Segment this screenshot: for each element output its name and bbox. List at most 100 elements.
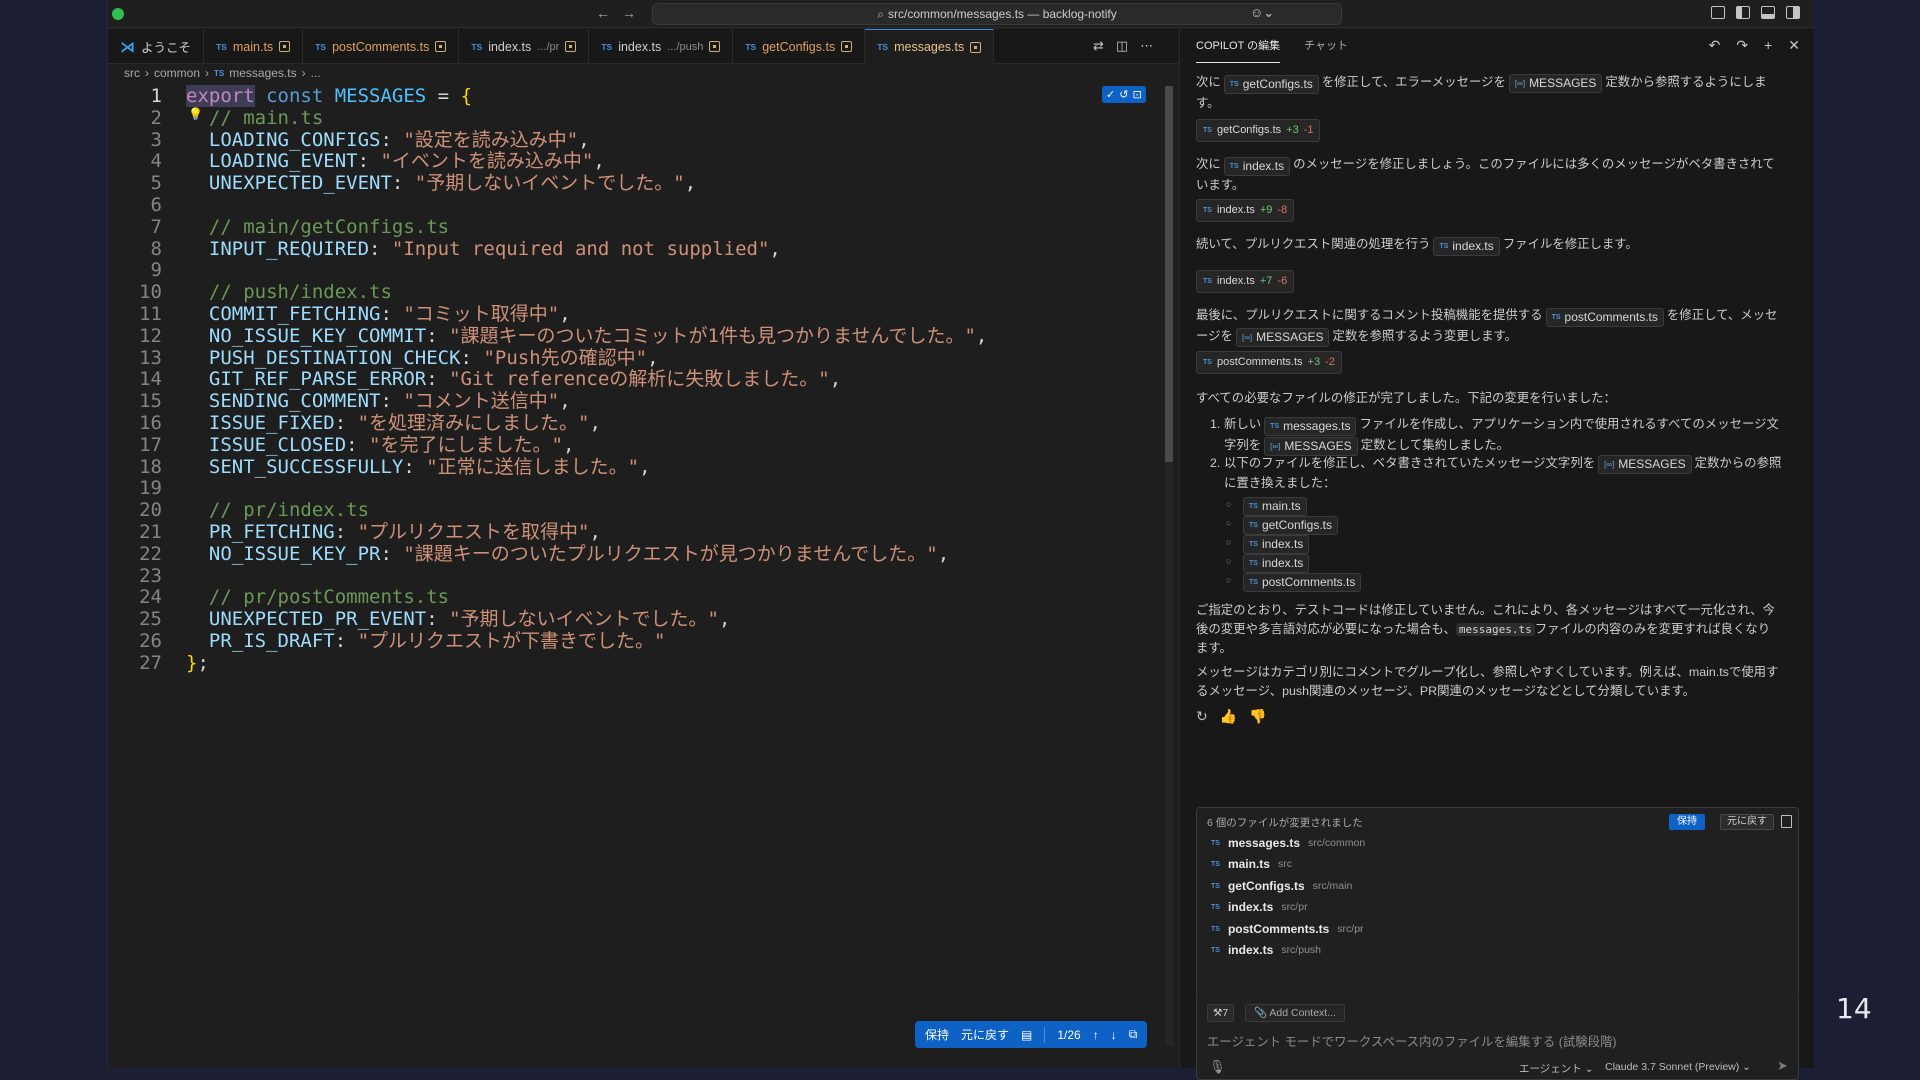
undo-icon[interactable]: ↶ [1709, 37, 1721, 54]
tools-button[interactable]: ⚒7 [1207, 1004, 1235, 1022]
breadcrumb-src[interactable]: src [124, 66, 140, 80]
thumbs-down-icon[interactable]: 👎 [1249, 707, 1266, 726]
diff-chip[interactable]: TS postComments.ts +3 -2 [1196, 351, 1342, 374]
undo-all-button[interactable]: 元に戻す [1720, 814, 1774, 830]
code-line[interactable]: 6 [108, 195, 1158, 216]
code-line[interactable]: 7 // main/getConfigs.ts [108, 216, 1158, 238]
arrow-up-icon[interactable]: ↑ [1093, 1028, 1099, 1042]
breadcrumb-symbol[interactable]: ... [311, 66, 321, 80]
code-line[interactable]: 19 [108, 478, 1158, 499]
code-line[interactable]: 27}; [108, 652, 1158, 674]
tab-postcomments-ts[interactable]: TS postComments.ts [303, 29, 460, 64]
view-all-edits-icon[interactable] [1781, 815, 1792, 828]
code-line[interactable]: 21 PR_FETCHING: "プルリクエストを取得中", [108, 522, 1158, 543]
file-chip[interactable]: TSpostComments.ts [1243, 573, 1362, 592]
tab-messages-ts[interactable]: TS messages.ts [865, 29, 995, 64]
changed-file-row[interactable]: TS index.ts src/push [1211, 943, 1321, 957]
code-line[interactable]: 9 [108, 260, 1158, 281]
changed-file-row[interactable]: TS getConfigs.ts src/main [1211, 879, 1352, 893]
code-line[interactable]: 23 [108, 565, 1158, 587]
code-line[interactable]: 3 LOADING_CONFIGS: "設定を読み込み中", [108, 129, 1158, 151]
file-chip[interactable]: TS messages.ts [1264, 417, 1357, 436]
chat-input-placeholder[interactable]: エージェント モードでワークスペース内のファイルを編集する (試験段階) [1207, 1032, 1617, 1050]
thumbs-up-icon[interactable]: 👍 [1220, 707, 1237, 726]
arrow-down-icon[interactable]: ↓ [1111, 1028, 1117, 1042]
lightbulb-icon[interactable]: 💡 [188, 107, 203, 121]
code-line[interactable]: 24 // pr/postComments.ts [108, 587, 1158, 608]
tab-main-ts[interactable]: TS main.ts [204, 29, 304, 64]
code-editor[interactable]: 1 export const MESSAGES = {2 // main.ts 3 … [108, 85, 1158, 786]
split-editor-icon[interactable]: ◫ [1116, 38, 1128, 54]
symbol-chip[interactable]: [∞] MESSAGES [1235, 328, 1330, 347]
close-icon[interactable]: ✕ [1788, 37, 1800, 54]
editor-scrollbar[interactable] [1165, 86, 1173, 462]
open-diff-icon[interactable]: ⧉ [1129, 1027, 1138, 1042]
diff-icon[interactable]: ⊡ [1132, 88, 1141, 101]
add-context-button[interactable]: 📎 Add Context... [1245, 1004, 1345, 1022]
keep-all-button[interactable]: 保持 [1669, 814, 1705, 830]
changed-file-row[interactable]: TS messages.ts src/common [1211, 836, 1365, 850]
code-line[interactable]: 14 GIT_REF_PARSE_ERROR: "Git referenceの解… [108, 369, 1158, 390]
tab-copilot-edits[interactable]: COPILOT の編集 [1196, 29, 1281, 63]
new-session-icon[interactable]: + [1764, 37, 1772, 54]
code-line[interactable]: 13 PUSH_DESTINATION_CHECK: "Push先の確認中", [108, 347, 1158, 369]
mode-picker[interactable]: エージェント ⌄ [1519, 1061, 1594, 1076]
code-line[interactable]: 26 PR_IS_DRAFT: "プルリクエストが下書きでした。" [108, 631, 1158, 652]
toggle-primary-sidebar-icon[interactable] [1736, 6, 1750, 19]
send-icon[interactable]: ➤ [1777, 1058, 1788, 1074]
code-line[interactable]: 22 NO_ISSUE_KEY_PR: "課題キーのついたプルリクエストが見つか… [108, 543, 1158, 565]
tab-chat[interactable]: チャット [1304, 29, 1348, 63]
symbol-chip[interactable]: [∞] MESSAGES [1598, 455, 1692, 474]
inline-diff-toolbar[interactable]: ✓ ↺ ⊡ [1102, 86, 1146, 103]
copilot-icon[interactable]: ☺⌄ [1250, 5, 1274, 21]
code-line[interactable]: 15 SENDING_COMMENT: "コメント送信中", [108, 391, 1158, 412]
code-line[interactable]: 11 COMMIT_FETCHING: "コミット取得中", [108, 304, 1158, 325]
changed-file-row[interactable]: TS postComments.ts src/pr [1211, 922, 1364, 936]
code-line[interactable]: 10 // push/index.ts [108, 282, 1158, 303]
chat-input-box[interactable]: ⚒7 📎 Add Context... エージェント モードでワークスペース内の… [1196, 996, 1799, 1080]
code-line[interactable]: 25 UNEXPECTED_PR_EVENT: "予期しないイベントでした。", [108, 609, 1158, 630]
file-chip[interactable]: TSindex.ts [1223, 157, 1291, 176]
undo-icon[interactable]: ↺ [1119, 88, 1128, 101]
code-line[interactable]: 4 LOADING_EVENT: "イベントを読み込み中", [108, 151, 1158, 172]
changed-file-row[interactable]: TS main.ts src [1211, 857, 1292, 871]
file-chip[interactable]: TSindex.ts [1433, 237, 1500, 256]
code-line[interactable]: 12 NO_ISSUE_KEY_COMMIT: "課題キーのついたコミットが1件… [108, 325, 1158, 347]
file-chip[interactable]: TSgetConfigs.ts [1223, 75, 1319, 94]
keep-button[interactable]: 保持 [925, 1026, 949, 1043]
breadcrumb-common[interactable]: common [154, 66, 200, 80]
file-diff-icon[interactable]: ▤ [1021, 1028, 1032, 1042]
diff-chip[interactable]: TS index.ts +7 -6 [1196, 270, 1295, 293]
diff-chip[interactable]: TS index.ts +9 -8 [1196, 199, 1295, 222]
tab-getconfigs-ts[interactable]: TS getConfigs.ts [733, 29, 866, 64]
code-line[interactable]: 17 ISSUE_CLOSED: "を完了にしました。", [108, 434, 1158, 456]
tab-welcome[interactable]: ⋊ ようこそ [108, 29, 205, 64]
code-line[interactable]: 2 // main.ts [108, 107, 1158, 129]
diff-chip[interactable]: TS getConfigs.ts +3 -1 [1196, 119, 1321, 142]
model-picker[interactable]: Claude 3.7 Sonnet (Preview) ⌄ [1605, 1061, 1751, 1073]
customize-layout-icon[interactable] [1711, 6, 1725, 19]
forward-arrow-icon[interactable]: → [622, 5, 648, 21]
changed-file-row[interactable]: TS index.ts src/pr [1211, 900, 1308, 914]
accept-icon[interactable]: ✓ [1106, 88, 1115, 101]
back-arrow-icon[interactable]: ← [596, 5, 622, 21]
retry-icon[interactable]: ↻ [1196, 707, 1208, 726]
undo-button[interactable]: 元に戻す [961, 1026, 1009, 1043]
window-close-dot[interactable] [112, 8, 124, 20]
microphone-icon[interactable]: 🎙 [1209, 1059, 1226, 1075]
code-line[interactable]: 1 export const MESSAGES = { [108, 85, 1158, 107]
code-line[interactable]: 5 UNEXPECTED_EVENT: "予期しないイベントでした。", [108, 173, 1158, 194]
code-line[interactable]: 16 ISSUE_FIXED: "を処理済みにしました。", [108, 413, 1158, 434]
code-line[interactable]: 8 INPUT_REQUIRED: "Input required and no… [108, 238, 1158, 260]
more-actions-icon[interactable]: ⋯ [1140, 38, 1153, 54]
toggle-secondary-sidebar-icon[interactable] [1786, 6, 1800, 19]
file-chip[interactable]: TSpostComments.ts [1545, 308, 1664, 327]
tab-index-pr[interactable]: TS index.ts .../pr [459, 29, 590, 64]
symbol-chip[interactable]: [∞] MESSAGES [1508, 74, 1603, 93]
breadcrumb-file[interactable]: messages.ts [229, 66, 296, 80]
code-line[interactable]: 18 SENT_SUCCESSFULLY: "正常に送信しました。", [108, 456, 1158, 478]
command-center[interactable]: ⌕ src/common/messages.ts — backlog-notify [652, 3, 1342, 25]
redo-icon[interactable]: ↷ [1736, 37, 1748, 54]
code-line[interactable]: 20 // pr/index.ts [108, 500, 1158, 521]
toggle-panel-icon[interactable] [1761, 6, 1775, 19]
